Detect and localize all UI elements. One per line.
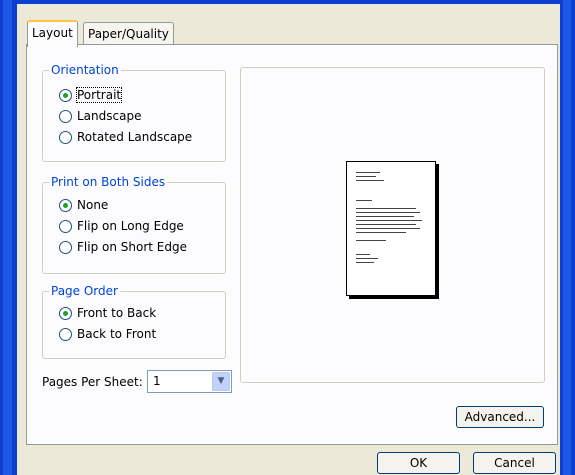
radio-flip-long-edge-label: Flip on Long Edge [77,219,184,233]
pages-per-sheet-select[interactable]: 1 ▼ [147,370,232,393]
radio-unchecked-icon [59,219,72,233]
preview-text-line [356,232,406,233]
preview-text-line [356,254,370,255]
radio-unchecked-icon [59,130,72,144]
tab-layout-label: Layout [32,26,73,40]
tab-layout[interactable]: Layout [27,20,78,47]
radio-unchecked-icon [59,109,72,123]
radio-front-to-back-label: Front to Back [77,306,157,320]
radio-back-to-front-label: Back to Front [77,327,157,341]
preview-text-line [356,208,416,209]
radio-back-to-front[interactable]: Back to Front [59,325,156,343]
ok-button-label: OK [409,456,428,470]
preview-text-line [356,212,420,213]
radio-checked-icon [59,306,72,320]
window-frame-left [0,0,17,475]
orientation-title: Orientation [49,63,121,77]
radio-none[interactable]: None [59,196,108,214]
preview-text-line [356,176,376,177]
preview-text-line [356,262,374,263]
radio-portrait-label: Portrait [75,87,123,103]
ok-button[interactable]: OK [377,452,460,474]
chevron-down-icon[interactable]: ▼ [212,372,230,391]
pages-per-sheet-label: Pages Per Sheet: [42,375,143,389]
print-both-sides-title: Print on Both Sides [49,175,168,189]
radio-landscape-label: Landscape [77,109,142,123]
preview-text-line [356,172,380,173]
cancel-button[interactable]: Cancel [473,452,556,474]
preview-text-line [356,180,384,181]
radio-checked-icon [59,88,72,102]
advanced-button[interactable]: Advanced... [456,406,544,428]
page-order-title: Page Order [49,284,120,298]
cancel-button-label: Cancel [494,456,535,470]
radio-flip-short-edge[interactable]: Flip on Short Edge [59,238,187,256]
preview-text-line [356,224,416,225]
radio-unchecked-icon [59,327,72,341]
radio-landscape[interactable]: Landscape [59,107,141,125]
radio-front-to-back[interactable]: Front to Back [59,304,156,322]
window-frame-top [0,0,575,4]
tab-paper-quality[interactable]: Paper/Quality [83,22,174,45]
radio-rotated-landscape-label: Rotated Landscape [77,130,193,144]
preview-text-line [356,220,422,221]
radio-none-label: None [77,198,109,212]
radio-unchecked-icon [59,240,72,254]
window-frame-right [560,0,575,475]
page-preview-icon [346,161,436,296]
preview-text-line [356,240,386,241]
radio-flip-short-edge-label: Flip on Short Edge [77,240,187,254]
radio-rotated-landscape[interactable]: Rotated Landscape [59,128,192,146]
radio-flip-long-edge[interactable]: Flip on Long Edge [59,217,184,235]
advanced-button-label: Advanced... [464,410,536,424]
pages-per-sheet-value: 1 [153,374,161,388]
preview-text-line [356,216,414,217]
preview-text-line [356,228,420,229]
radio-portrait[interactable]: Portrait [59,86,123,104]
preview-text-line [356,200,372,201]
preview-text-line [356,258,378,259]
radio-checked-icon [59,198,72,212]
tab-paper-quality-label: Paper/Quality [88,27,169,41]
